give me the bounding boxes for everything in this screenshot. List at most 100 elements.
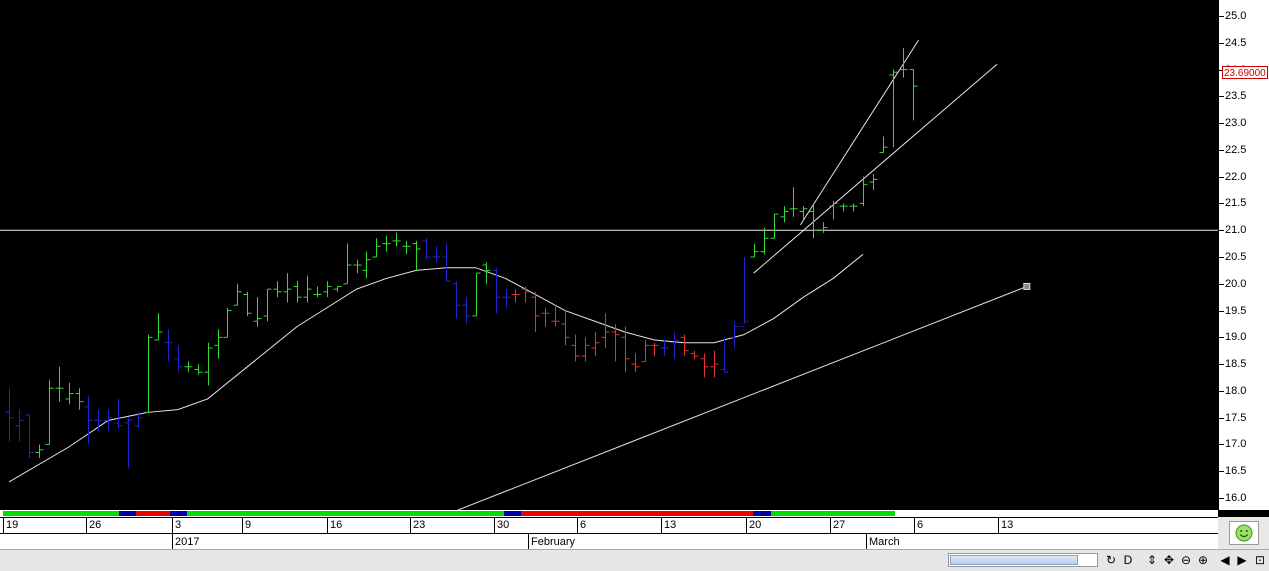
ohlc-bar [909, 69, 918, 121]
ohlc-bar [641, 340, 650, 362]
ohlc-bar [253, 297, 262, 327]
ohlc-bar [104, 409, 113, 432]
price-tick-label: 18.0 [1225, 385, 1247, 397]
ohlc-bar [223, 307, 232, 338]
ohlc-bar [819, 222, 828, 233]
price-tick [1219, 337, 1224, 338]
zoom-in-icon[interactable]: ⊕ [1196, 552, 1210, 568]
ohlc-bar [233, 283, 242, 306]
trend-strip-segment [770, 511, 895, 516]
ohlc-bar [114, 398, 123, 429]
ohlc-bar [531, 291, 540, 332]
smiley-icon[interactable] [1228, 521, 1259, 545]
ohlc-bar [720, 337, 729, 373]
price-tick [1219, 364, 1224, 365]
month-label: February [531, 536, 576, 548]
price-tick-label: 21.5 [1225, 197, 1247, 209]
ohlc-bar [243, 291, 252, 316]
ohlc-bar [25, 414, 34, 458]
trendline [753, 63, 998, 274]
ohlc-bar [323, 281, 332, 298]
price-tick-label: 17.5 [1225, 412, 1247, 424]
price-tick-label: 20.5 [1225, 251, 1247, 263]
horizontal-scrollbar[interactable] [948, 553, 1098, 567]
ohlc-bar [452, 281, 461, 319]
vertical-move-icon[interactable]: ⇕ [1145, 552, 1159, 568]
ohlc-bar [35, 444, 44, 458]
scrollbar-thumb[interactable] [950, 555, 1078, 565]
ohlc-bar [392, 232, 401, 247]
price-tick-label: 24.5 [1225, 37, 1247, 49]
ohlc-bar [402, 240, 411, 255]
ohlc-bar [780, 206, 789, 223]
price-tick [1219, 311, 1224, 312]
ohlc-bar [442, 243, 451, 282]
sentiment-panel [1218, 517, 1269, 549]
d-icon[interactable]: D [1121, 552, 1135, 568]
ohlc-bar [591, 331, 600, 357]
price-tick-label: 25.0 [1225, 10, 1247, 22]
ohlc-bar [521, 286, 530, 303]
day-label: 9 [245, 519, 252, 531]
trend-strip-segment [504, 511, 522, 516]
price-chart[interactable] [0, 0, 1218, 510]
price-tick [1219, 96, 1224, 97]
date-axis[interactable]: 2017 February March 19 26 3 9 16 23 30 6 13 20 27 6 13 [0, 517, 1218, 551]
ohlc-bar [849, 203, 858, 212]
price-tick [1219, 257, 1224, 258]
maximize-icon[interactable]: ⊡ [1253, 552, 1267, 568]
trend-strip-segment [119, 511, 137, 516]
ohlc-bar [65, 382, 74, 405]
ohlc-bar [770, 213, 779, 239]
ohlc-bar [194, 364, 203, 375]
ohlc-bar [789, 187, 798, 217]
ohlc-bar [144, 334, 153, 413]
day-label: 13 [1001, 519, 1014, 531]
scroll-right-icon[interactable]: ▶ [1235, 552, 1249, 568]
ohlc-bar [462, 297, 471, 324]
day-label: 3 [175, 519, 182, 531]
price-tick-label: 23.5 [1225, 90, 1247, 102]
ohlc-bar [184, 361, 193, 373]
ohlc-bar [214, 329, 223, 359]
chart-svg [0, 39, 1218, 510]
ohlc-bar [730, 321, 739, 349]
ohlc-bar [690, 350, 699, 359]
price-tick [1219, 284, 1224, 285]
pan-icon[interactable]: ✥ [1162, 552, 1176, 568]
ohlc-bar [581, 337, 590, 362]
month-label: March [869, 536, 900, 548]
ohlc-bar [650, 342, 659, 357]
chart-toolbar: ↻ D ⇕ ✥ ⊖ ⊕ ◀ ▶ ⊡ [0, 549, 1269, 571]
ohlc-bar [472, 272, 481, 317]
ohlc-bar [204, 342, 213, 386]
zoom-out-icon[interactable]: ⊖ [1179, 552, 1193, 568]
price-tick [1219, 203, 1224, 204]
price-tick [1219, 43, 1224, 44]
trend-strip-segment [136, 511, 170, 516]
refresh-icon[interactable]: ↻ [1104, 552, 1118, 568]
price-tick-label: 22.5 [1225, 144, 1247, 156]
ohlc-bar [700, 353, 709, 378]
price-tick-label: 16.5 [1225, 465, 1247, 477]
ohlc-bar [5, 388, 14, 442]
price-tick [1219, 471, 1224, 472]
ohlc-bar [432, 246, 441, 263]
ohlc-bar [154, 313, 163, 341]
price-tick-label: 21.0 [1225, 224, 1247, 236]
day-label: 27 [833, 519, 846, 531]
scroll-left-icon[interactable]: ◀ [1218, 552, 1232, 568]
ohlc-bar [353, 259, 362, 274]
ohlc-bar [333, 285, 342, 292]
trendline [799, 39, 920, 226]
ohlc-bar [680, 334, 689, 357]
price-tick [1219, 391, 1224, 392]
ohlc-bar [372, 238, 381, 258]
price-tick-label: 18.5 [1225, 358, 1247, 370]
ohlc-bar [601, 313, 610, 349]
day-label: 23 [413, 519, 426, 531]
ohlc-bar [164, 329, 173, 362]
ohlc-bar [263, 288, 272, 322]
ohlc-bar [899, 48, 908, 78]
ohlc-bar [382, 235, 391, 252]
